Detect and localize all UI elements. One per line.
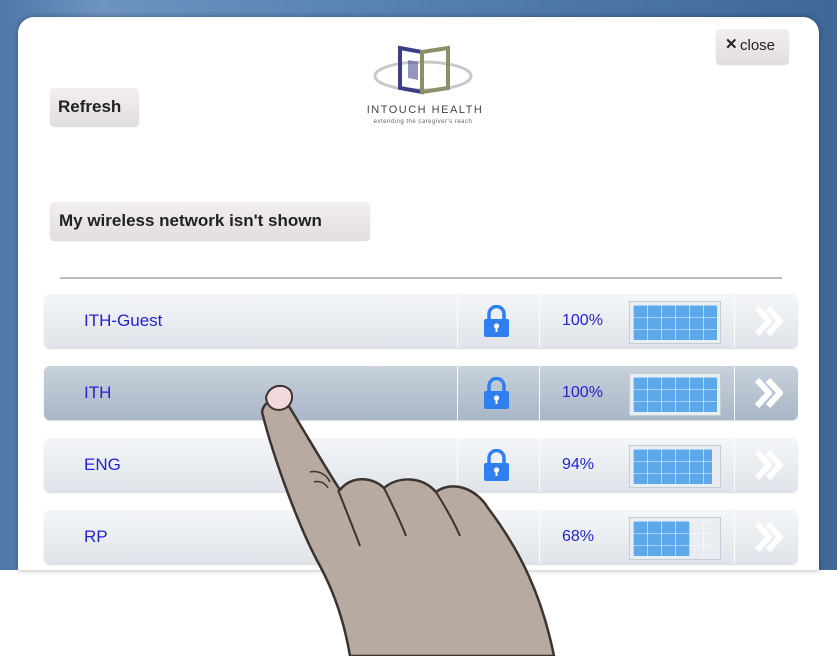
signal-percent: 100%: [562, 312, 603, 329]
signal-strength-bar: [629, 445, 721, 488]
close-button[interactable]: ✕ close: [716, 29, 789, 64]
signal-strength-bar: [629, 301, 721, 344]
screen: ✕ close Refresh INTOUCH HEALTH extending…: [0, 0, 837, 656]
refresh-button[interactable]: Refresh: [50, 88, 139, 126]
column-separator: [539, 294, 540, 348]
intouch-health-logo: INTOUCH HEALTH extending the caregiver's…: [348, 42, 498, 137]
logo-wordmark: INTOUCH HEALTH: [366, 104, 484, 116]
divider: [60, 277, 782, 279]
network-name: ITH-Guest: [84, 311, 163, 330]
column-separator: [457, 294, 458, 348]
network-name: ENG: [84, 455, 121, 474]
close-label: close: [740, 37, 776, 54]
double-chevron-right-icon[interactable]: [752, 304, 786, 338]
logo-mark-icon: [373, 45, 473, 95]
network-name: ITH: [84, 383, 112, 402]
column-separator: [734, 366, 735, 420]
signal-strength-bar: [629, 373, 721, 416]
network-not-shown-button[interactable]: My wireless network isn't shown: [50, 202, 370, 240]
network-name: RP: [84, 527, 108, 546]
lock-icon: [482, 304, 511, 338]
double-chevron-right-icon[interactable]: [752, 520, 786, 554]
column-separator: [734, 294, 735, 348]
column-separator: [734, 510, 735, 564]
double-chevron-right-icon[interactable]: [752, 376, 786, 410]
pointing-hand-icon: [260, 384, 556, 656]
double-chevron-right-icon[interactable]: [752, 448, 786, 482]
logo-tagline: extending the caregiver's reach: [373, 119, 473, 125]
network-row[interactable]: ITH-Guest 100%: [44, 294, 798, 348]
close-x-icon: ✕: [725, 36, 738, 53]
signal-strength-bar: [629, 517, 721, 560]
column-separator: [734, 438, 735, 492]
